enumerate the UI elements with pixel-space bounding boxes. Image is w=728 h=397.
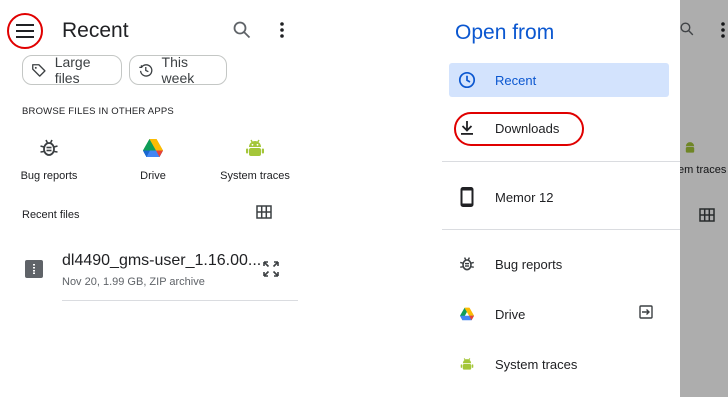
chip-label: Large files <box>54 54 91 86</box>
chip-label: This week <box>161 54 195 86</box>
drawer-item-label: Downloads <box>495 120 560 136</box>
history-icon <box>139 64 153 77</box>
eject-icon <box>639 305 653 319</box>
zip-file-icon <box>25 260 43 278</box>
android-icon <box>456 357 478 371</box>
scrim-overlay[interactable] <box>677 0 728 397</box>
search-button[interactable] <box>230 18 254 42</box>
phone-icon <box>456 187 478 207</box>
chip-this-week[interactable]: This week <box>129 54 227 86</box>
drawer-item-recent[interactable]: Recent <box>449 63 669 97</box>
drawer-item-label: Memor 12 <box>495 189 554 205</box>
download-icon <box>456 120 478 136</box>
recent-screen: Recent Large files This week BROWSE FILE… <box>0 0 310 397</box>
hamburger-menu-icon <box>16 24 34 38</box>
divider <box>62 300 298 301</box>
drawer-item-label: System traces <box>495 356 578 372</box>
label-icon <box>32 64 46 77</box>
app-drive[interactable]: Drive <box>108 138 198 182</box>
drawer-screen: tem traces Open from Recent Downloads Me… <box>437 0 728 397</box>
chip-large-files[interactable]: Large files <box>22 54 122 86</box>
drawer-item-downloads[interactable]: Downloads <box>449 111 669 145</box>
drawer-item-label: Drive <box>495 306 526 322</box>
drawer-item-bug-reports[interactable]: Bug reports <box>449 247 669 281</box>
drawer-item-system-traces[interactable]: System traces <box>449 347 669 381</box>
eject-button[interactable] <box>639 305 653 324</box>
fullscreen-icon <box>263 261 279 277</box>
bug-report-icon <box>456 256 478 272</box>
grid-view-icon <box>256 205 272 219</box>
app-system-traces[interactable]: System traces <box>210 138 300 182</box>
menu-button[interactable] <box>8 14 42 48</box>
grid-view-button[interactable] <box>256 205 272 224</box>
overflow-menu-button[interactable] <box>272 18 292 42</box>
drawer-item-drive[interactable]: Drive <box>449 297 669 331</box>
drawer-item-label: Recent <box>495 72 537 88</box>
app-label: System traces <box>220 170 290 182</box>
drawer-item-label: Bug reports <box>495 256 563 272</box>
browse-apps-caption: BROWSE FILES IN OTHER APPS <box>22 106 174 117</box>
app-label: Bug reports <box>20 170 78 182</box>
clock-icon <box>456 71 478 89</box>
drawer-title: Open from <box>455 21 555 44</box>
drawer-item-memor12[interactable]: Memor 12 <box>449 180 669 214</box>
recent-files-heading: Recent files <box>22 209 80 221</box>
app-label: Drive <box>140 170 166 182</box>
more-vert-icon <box>280 22 284 38</box>
divider <box>442 161 680 162</box>
divider <box>442 229 680 230</box>
page-title: Recent <box>62 19 129 42</box>
bug-report-icon <box>40 139 58 156</box>
drive-icon <box>143 139 163 157</box>
file-meta: Nov 20, 1.99 GB, ZIP archive <box>62 276 205 288</box>
app-bug-reports[interactable]: Bug reports <box>4 138 94 182</box>
expand-preview-button[interactable] <box>262 260 280 283</box>
navigation-drawer: Open from Recent Downloads Memor 12 Bug … <box>437 0 680 397</box>
drive-icon <box>456 307 478 321</box>
android-icon <box>246 139 264 156</box>
file-list-item[interactable]: dl4490_gms-user_1.16.00... Nov 20, 1.99 … <box>20 248 300 301</box>
file-name: dl4490_gms-user_1.16.00... <box>62 252 262 269</box>
search-icon <box>233 21 251 39</box>
